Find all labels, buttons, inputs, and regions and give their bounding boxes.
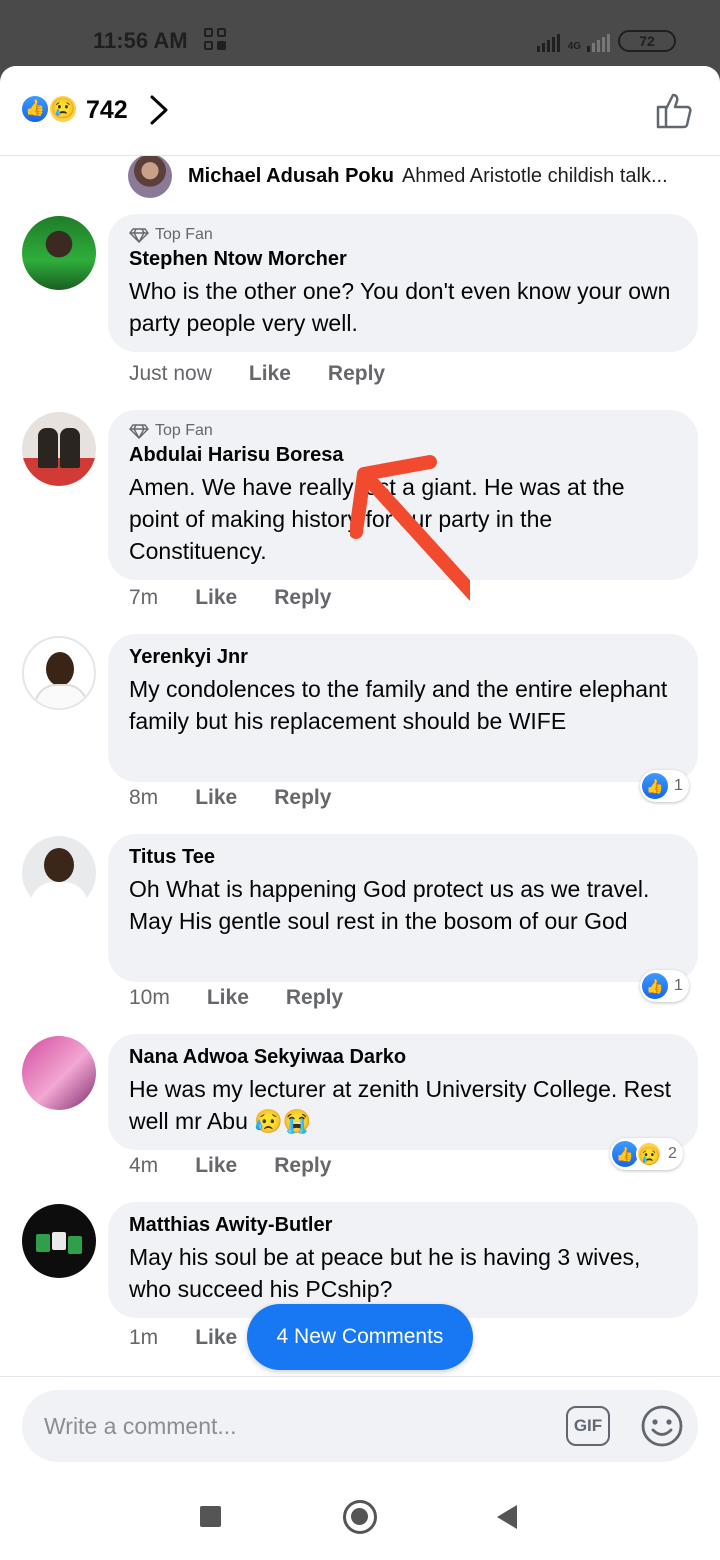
comment-actions: 7m Like Reply: [129, 586, 331, 610]
avatar[interactable]: [128, 156, 172, 198]
emoji-icon[interactable]: [640, 1404, 684, 1448]
like-reaction-icon: 👍: [612, 1141, 638, 1167]
comment-time[interactable]: 7m: [129, 586, 158, 610]
comment-actions: Just now Like Reply: [129, 362, 385, 386]
reply-preview[interactable]: Michael Adusah Poku Ahmed Aristotle chil…: [128, 156, 668, 198]
reactions-header[interactable]: 👍 😢 742: [0, 66, 720, 156]
battery-indicator: 72: [618, 30, 676, 52]
reply-button[interactable]: Reply: [274, 586, 331, 610]
system-nav-bar: [0, 1474, 720, 1560]
comment-time[interactable]: 8m: [129, 786, 158, 810]
gif-button[interactable]: GIF: [566, 1406, 610, 1446]
top-fan-badge: Top Fan: [129, 226, 676, 244]
avatar[interactable]: [22, 1204, 96, 1278]
reply-author[interactable]: Michael Adusah Poku: [188, 165, 394, 188]
like-reaction-icon: 👍: [20, 94, 50, 124]
signal-2-icon: [587, 32, 610, 52]
reaction-count[interactable]: 742: [86, 96, 128, 125]
comment-text: My condolences to the family and the ent…: [129, 676, 668, 734]
comments-sheet: 👍 😢 742 Michael Adusah Poku Ahmed Aristo…: [0, 66, 720, 1560]
comment-list[interactable]: Michael Adusah Poku Ahmed Aristotle chil…: [0, 156, 720, 1376]
comment-author[interactable]: Stephen Ntow Morcher: [129, 248, 676, 271]
avatar[interactable]: [22, 216, 96, 290]
comment-bubble[interactable]: Nana Adwoa Sekyiwaa Darko He was my lect…: [108, 1034, 698, 1150]
status-indicators: 4G 72: [536, 30, 676, 52]
like-button[interactable]: Like: [249, 362, 291, 386]
top-fan-badge: Top Fan: [129, 422, 676, 440]
comment-author[interactable]: Yerenkyi Jnr: [129, 646, 676, 669]
comment-time[interactable]: Just now: [129, 362, 212, 386]
like-button[interactable]: Like: [195, 1154, 237, 1178]
comment-actions: 1m Like: [129, 1326, 237, 1350]
reaction-count: 2: [668, 1145, 677, 1162]
reply-button[interactable]: Reply: [328, 362, 385, 386]
thumbs-up-outline-icon[interactable]: [654, 90, 694, 130]
comment-composer: Write a comment... GIF: [0, 1376, 720, 1474]
like-button[interactable]: Like: [195, 1326, 237, 1350]
like-button[interactable]: Like: [207, 986, 249, 1010]
comment-bubble[interactable]: Matthias Awity-Butler May his soul be at…: [108, 1202, 698, 1318]
comment-input[interactable]: Write a comment... GIF: [22, 1390, 698, 1462]
like-reaction-icon: 👍: [642, 973, 668, 999]
comment-time[interactable]: 10m: [129, 986, 170, 1010]
reaction-badge[interactable]: 👍 1: [640, 970, 689, 1002]
reaction-count: 1: [674, 977, 683, 994]
new-comments-button[interactable]: 4 New Comments: [247, 1304, 473, 1370]
comment-actions: 10m Like Reply: [129, 986, 343, 1010]
diamond-icon: [129, 424, 149, 439]
like-button[interactable]: Like: [195, 586, 237, 610]
reply-button[interactable]: Reply: [274, 1154, 331, 1178]
diamond-icon: [129, 228, 149, 243]
status-bar: 11:56 AM 4G 72: [0, 0, 720, 66]
signal-icon: [536, 32, 560, 52]
comment-text: Oh What is happening God protect us as w…: [129, 876, 650, 934]
comment-placeholder: Write a comment...: [44, 1413, 237, 1439]
comment-actions: 4m Like Reply: [129, 1154, 331, 1178]
reaction-badge[interactable]: 👍 1: [640, 770, 689, 802]
comment-text: Amen. We have really lost a giant. He wa…: [129, 474, 625, 564]
comment-bubble[interactable]: Top Fan Stephen Ntow Morcher Who is the …: [108, 214, 698, 352]
recents-button-icon[interactable]: [200, 1506, 221, 1527]
avatar[interactable]: [22, 636, 96, 710]
sad-reaction-icon: 😢: [636, 1141, 662, 1167]
comment-actions: 8m Like Reply: [129, 786, 331, 810]
comment-bubble[interactable]: Titus Tee Oh What is happening God prote…: [108, 834, 698, 982]
comment-author[interactable]: Titus Tee: [129, 846, 676, 869]
comment-bubble[interactable]: Top Fan Abdulai Harisu Boresa Amen. We h…: [108, 410, 698, 580]
like-reaction-icon: 👍: [642, 773, 668, 799]
comment-text: May his soul be at peace but he is havin…: [129, 1244, 641, 1302]
comment-time[interactable]: 1m: [129, 1326, 158, 1350]
comment-time[interactable]: 4m: [129, 1154, 158, 1178]
reaction-badge[interactable]: 👍 😢 2: [610, 1138, 683, 1170]
chevron-right-icon[interactable]: [148, 94, 170, 126]
status-time: 11:56 AM: [93, 28, 188, 53]
network-type: 4G: [567, 41, 581, 52]
reply-button[interactable]: Reply: [274, 786, 331, 810]
avatar[interactable]: [22, 412, 96, 486]
back-button-icon[interactable]: [497, 1505, 517, 1529]
reply-button[interactable]: Reply: [286, 986, 343, 1010]
avatar[interactable]: [22, 1036, 96, 1110]
comment-text: He was my lecturer at zenith University …: [129, 1076, 671, 1134]
avatar[interactable]: [22, 836, 96, 910]
comment-author[interactable]: Matthias Awity-Butler: [129, 1214, 676, 1237]
home-button-icon[interactable]: [343, 1500, 377, 1534]
comment-author[interactable]: Abdulai Harisu Boresa: [129, 444, 676, 467]
sad-reaction-icon: 😢: [48, 94, 78, 124]
like-button[interactable]: Like: [195, 786, 237, 810]
comment-bubble[interactable]: Yerenkyi Jnr My condolences to the famil…: [108, 634, 698, 782]
screenshot-grid-icon: [204, 28, 228, 52]
comment-text: Who is the other one? You don't even kno…: [129, 278, 671, 336]
reaction-count: 1: [674, 777, 683, 794]
reply-text: Ahmed Aristotle childish talk...: [401, 164, 668, 187]
badge-label: Top Fan: [155, 226, 213, 243]
comment-author[interactable]: Nana Adwoa Sekyiwaa Darko: [129, 1046, 676, 1069]
reaction-icons: 👍 😢: [20, 94, 82, 126]
badge-label: Top Fan: [155, 422, 213, 439]
